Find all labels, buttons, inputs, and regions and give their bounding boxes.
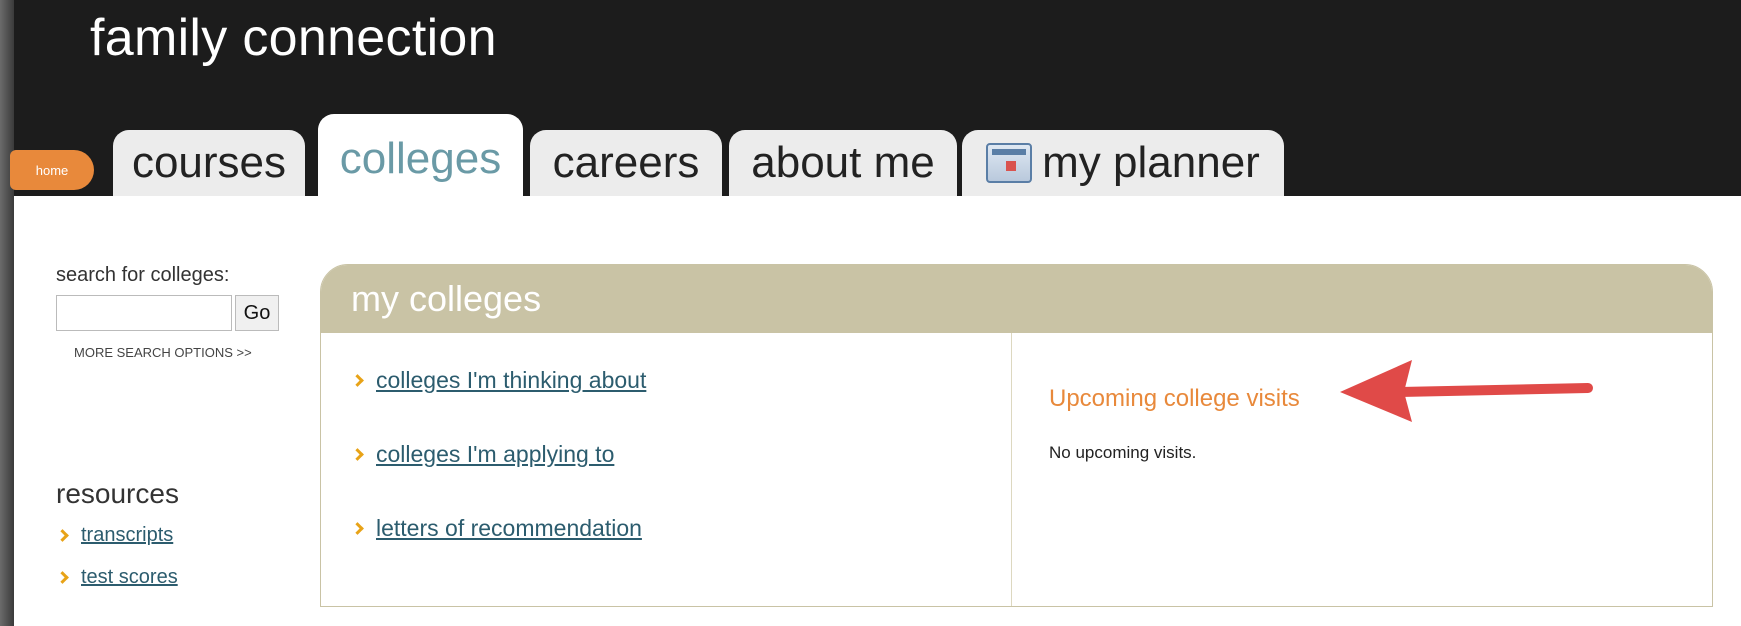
test-scores-link[interactable]: test scores bbox=[81, 566, 178, 589]
chevron-right-icon bbox=[351, 522, 364, 535]
resource-item-transcripts: transcripts bbox=[56, 524, 173, 547]
list-item: letters of recommendation bbox=[351, 515, 642, 542]
chevron-right-icon bbox=[351, 374, 364, 387]
sidebar-search: search for colleges: Go MORE SEARCH OPTI… bbox=[56, 264, 306, 360]
list-item: colleges I'm thinking about bbox=[351, 367, 646, 394]
colleges-thinking-about-link[interactable]: colleges I'm thinking about bbox=[376, 367, 646, 394]
tab-colleges-label: colleges bbox=[339, 134, 502, 183]
chevron-right-icon bbox=[351, 448, 364, 461]
annotation-arrow-icon bbox=[1340, 360, 1593, 422]
chevron-right-icon bbox=[56, 571, 69, 584]
tab-courses-label: courses bbox=[131, 138, 287, 187]
chevron-right-icon bbox=[56, 529, 69, 542]
tab-courses[interactable]: courses bbox=[113, 130, 305, 196]
panel-divider bbox=[1011, 333, 1012, 606]
tab-careers[interactable]: careers bbox=[530, 130, 722, 196]
search-label: search for colleges: bbox=[56, 264, 230, 286]
go-button[interactable]: Go bbox=[235, 295, 279, 331]
site-title: family connection bbox=[90, 9, 497, 67]
search-row: Go bbox=[56, 295, 306, 331]
tab-my-planner[interactable]: my planner bbox=[962, 130, 1284, 196]
my-colleges-panel: my colleges colleges I'm thinking about … bbox=[320, 264, 1713, 607]
panel-title: my colleges bbox=[321, 265, 1712, 333]
tab-my-planner-label: my planner bbox=[1042, 138, 1260, 187]
upcoming-visits-heading: Upcoming college visits bbox=[1049, 385, 1300, 412]
tab-about-me[interactable]: about me bbox=[729, 130, 957, 196]
list-item: colleges I'm applying to bbox=[351, 441, 614, 468]
tab-colleges[interactable]: colleges bbox=[318, 114, 523, 196]
college-search-input[interactable] bbox=[56, 295, 232, 331]
more-search-options-link[interactable]: MORE SEARCH OPTIONS >> bbox=[74, 345, 306, 360]
tab-careers-label: careers bbox=[552, 138, 700, 187]
colleges-applying-to-link[interactable]: colleges I'm applying to bbox=[376, 441, 614, 468]
resources-heading: resources bbox=[56, 478, 179, 509]
transcripts-link[interactable]: transcripts bbox=[81, 524, 173, 547]
tab-about-me-label: about me bbox=[751, 138, 935, 187]
home-tab[interactable]: home bbox=[10, 150, 94, 190]
left-edge-bar bbox=[0, 0, 14, 626]
resource-item-test-scores: test scores bbox=[56, 566, 178, 589]
no-visits-text: No upcoming visits. bbox=[1049, 443, 1197, 462]
letters-of-recommendation-link[interactable]: letters of recommendation bbox=[376, 515, 642, 542]
calendar-icon bbox=[986, 143, 1033, 183]
